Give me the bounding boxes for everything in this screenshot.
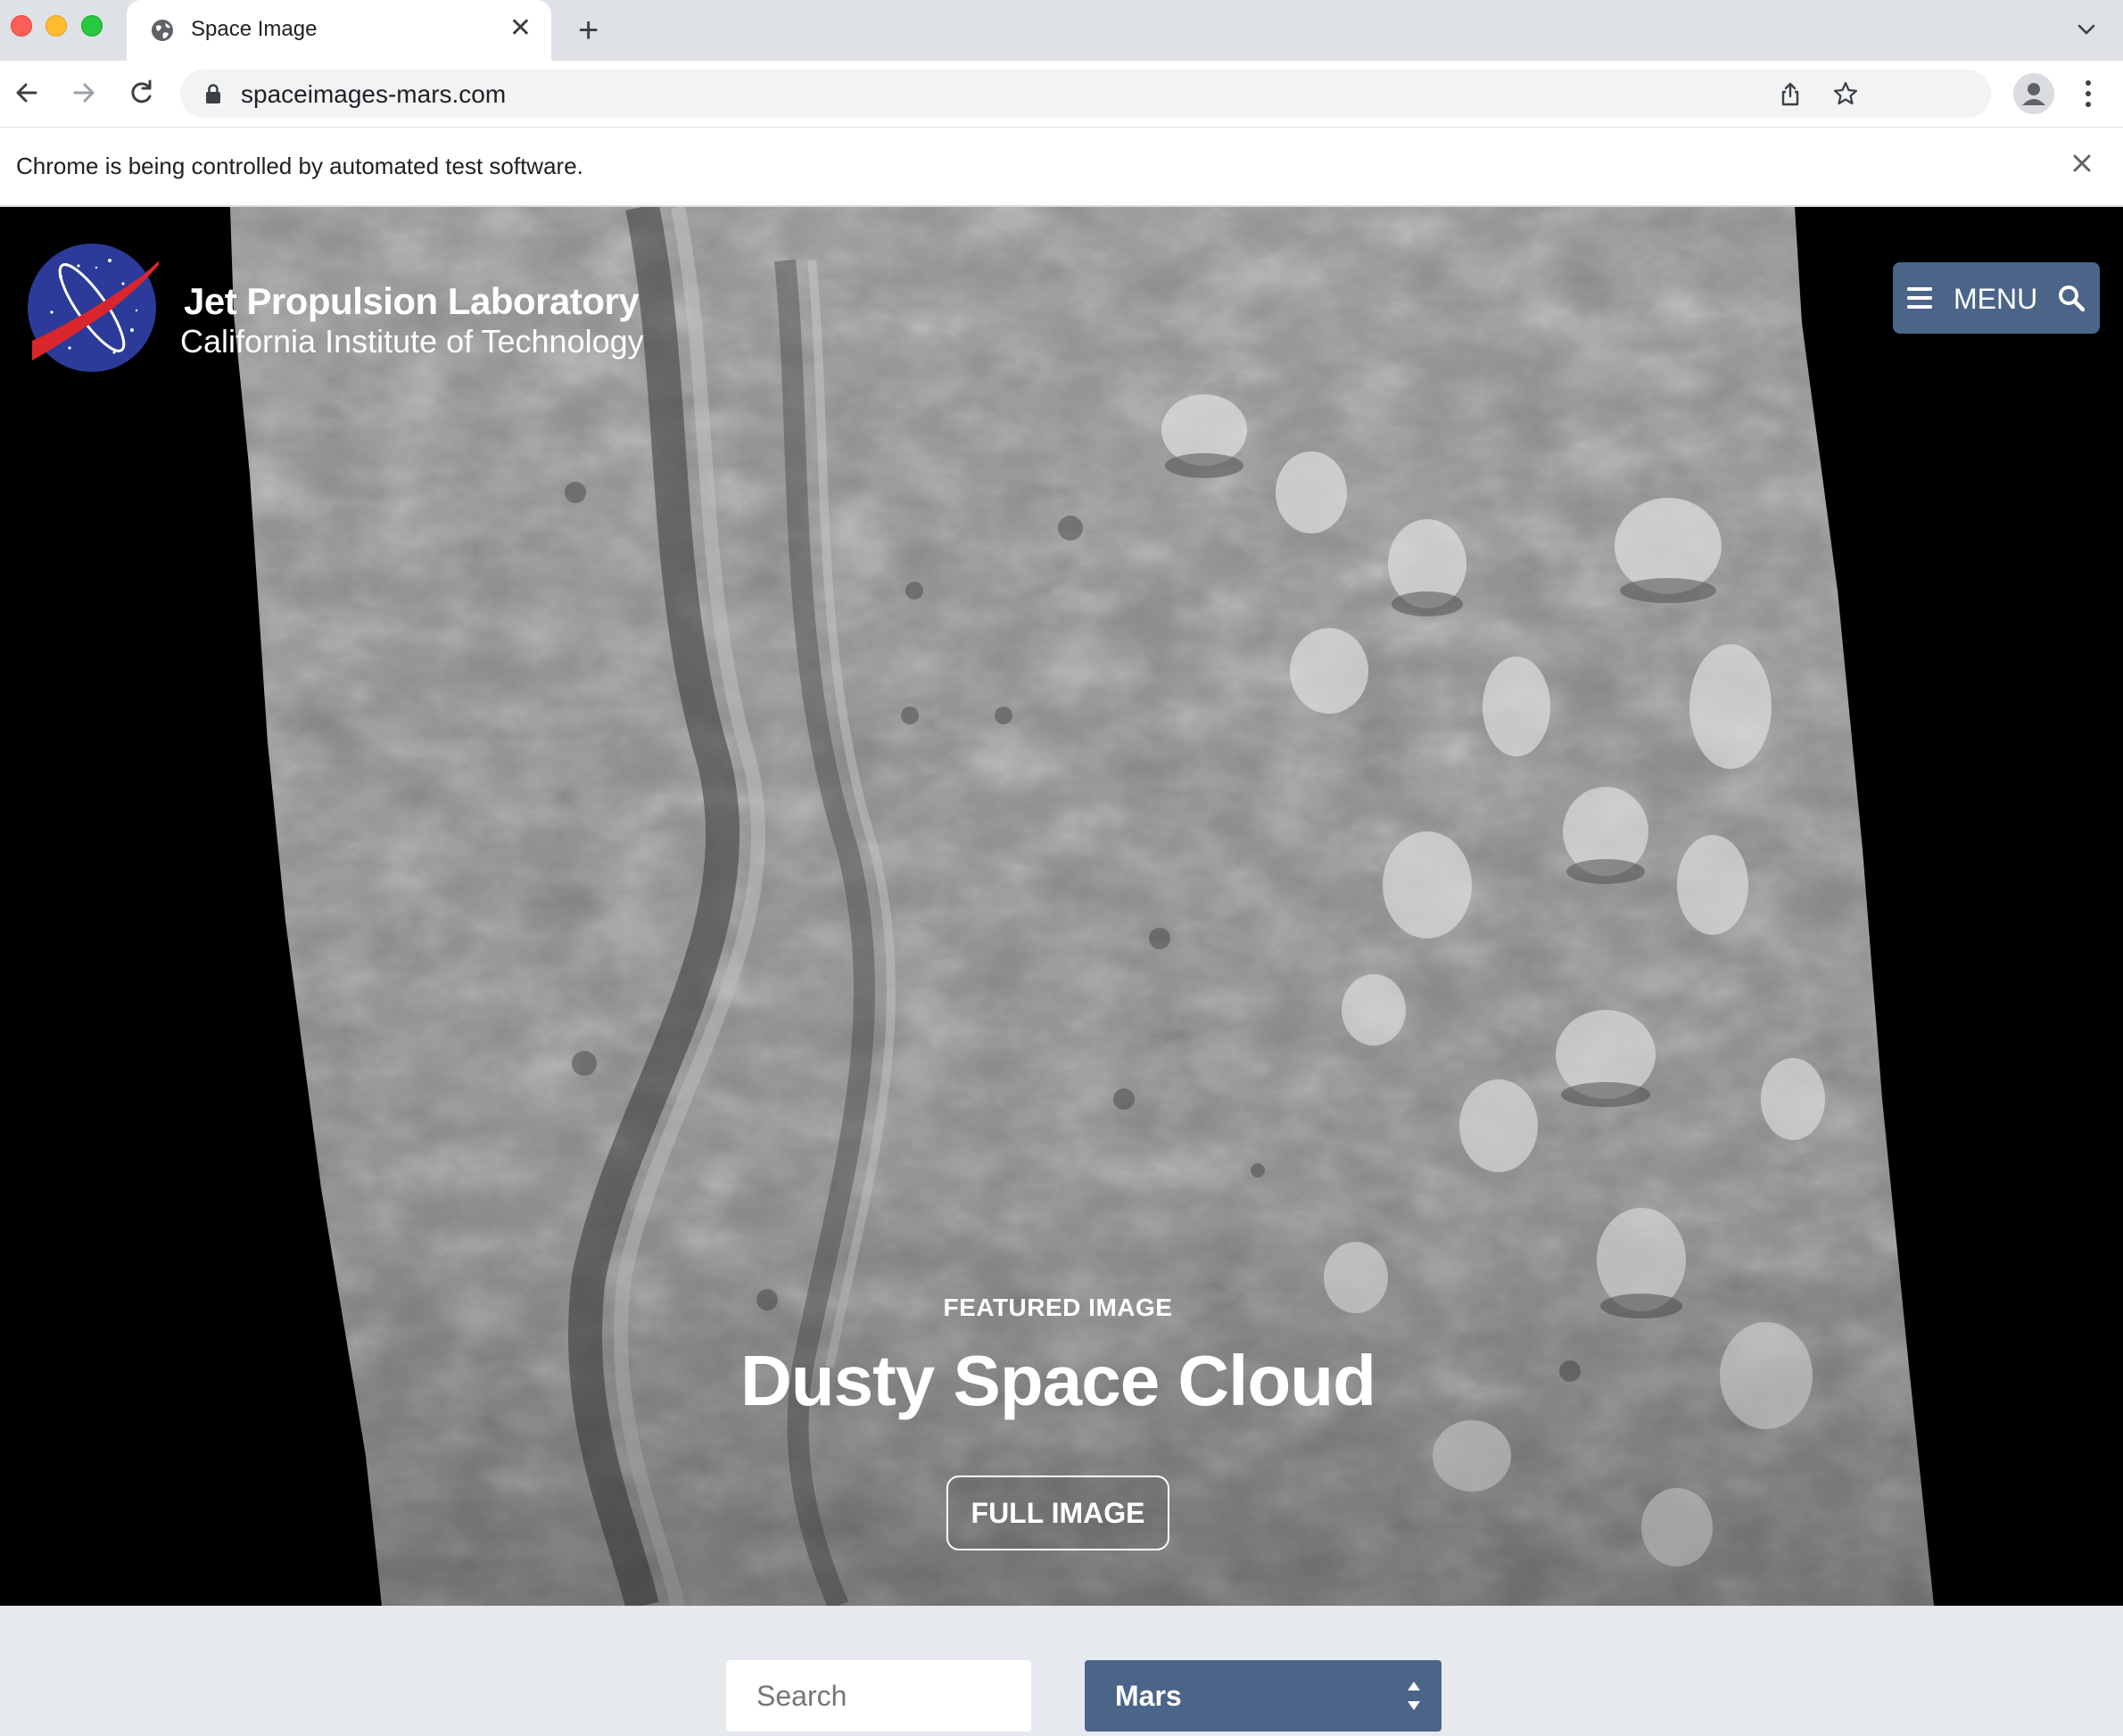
back-arrow-icon[interactable]: [11, 77, 43, 109]
search-input[interactable]: [726, 1660, 1031, 1732]
infobar-message: Chrome is being controlled by automated …: [16, 153, 583, 179]
url-text[interactable]: spaceimages-mars.com: [241, 80, 506, 109]
bookmark-star-icon[interactable]: [1832, 80, 1859, 107]
address-bar[interactable]: spaceimages-mars.com: [180, 70, 1991, 118]
brand-subtitle[interactable]: California Institute of Technology: [180, 323, 644, 360]
tab-close-icon[interactable]: ✕: [509, 12, 532, 45]
infobar-close-icon[interactable]: [2066, 147, 2098, 179]
featured-hero: Jet Propulsion Laboratory California Ins…: [0, 207, 2123, 1606]
menu-label: MENU: [1954, 283, 2038, 315]
profile-avatar-icon[interactable]: [2013, 73, 2054, 114]
lock-icon[interactable]: [203, 83, 223, 104]
window-close-button[interactable]: [11, 15, 32, 37]
window-zoom-button[interactable]: [81, 15, 103, 37]
brand-title[interactable]: Jet Propulsion Laboratory: [184, 280, 640, 323]
tab-search-chevron-icon[interactable]: [2073, 16, 2100, 43]
filter-bar: Mars: [0, 1606, 2123, 1736]
category-select-value: Mars: [1115, 1680, 1182, 1712]
menu-button[interactable]: MENU: [1893, 262, 2100, 334]
browser-tab-strip: Space Image ✕ +: [0, 0, 2123, 61]
featured-title: Dusty Space Cloud: [739, 1341, 1376, 1420]
new-tab-button[interactable]: +: [578, 11, 599, 50]
reload-icon[interactable]: [125, 77, 157, 109]
category-select[interactable]: Mars: [1085, 1660, 1441, 1732]
select-arrows-icon: [1408, 1682, 1420, 1710]
browser-tab-active[interactable]: Space Image ✕: [127, 0, 551, 61]
tab-title: Space Image: [191, 17, 318, 41]
full-image-button[interactable]: FULL IMAGE: [946, 1476, 1169, 1550]
search-icon[interactable]: [2057, 284, 2086, 312]
hamburger-icon: [1907, 287, 1932, 309]
globe-icon: [152, 20, 173, 41]
share-icon[interactable]: [1777, 80, 1804, 107]
nasa-logo[interactable]: [25, 241, 168, 375]
featured-kicker: FEATURED IMAGE: [943, 1294, 1173, 1321]
browser-toolbar: spaceimages-mars.com: [0, 61, 2123, 127]
window-minimize-button[interactable]: [45, 15, 67, 37]
automation-infobar: Chrome is being controlled by automated …: [0, 127, 2123, 207]
forward-arrow-icon[interactable]: [68, 77, 100, 109]
browser-menu-dots-icon[interactable]: [2077, 75, 2100, 112]
